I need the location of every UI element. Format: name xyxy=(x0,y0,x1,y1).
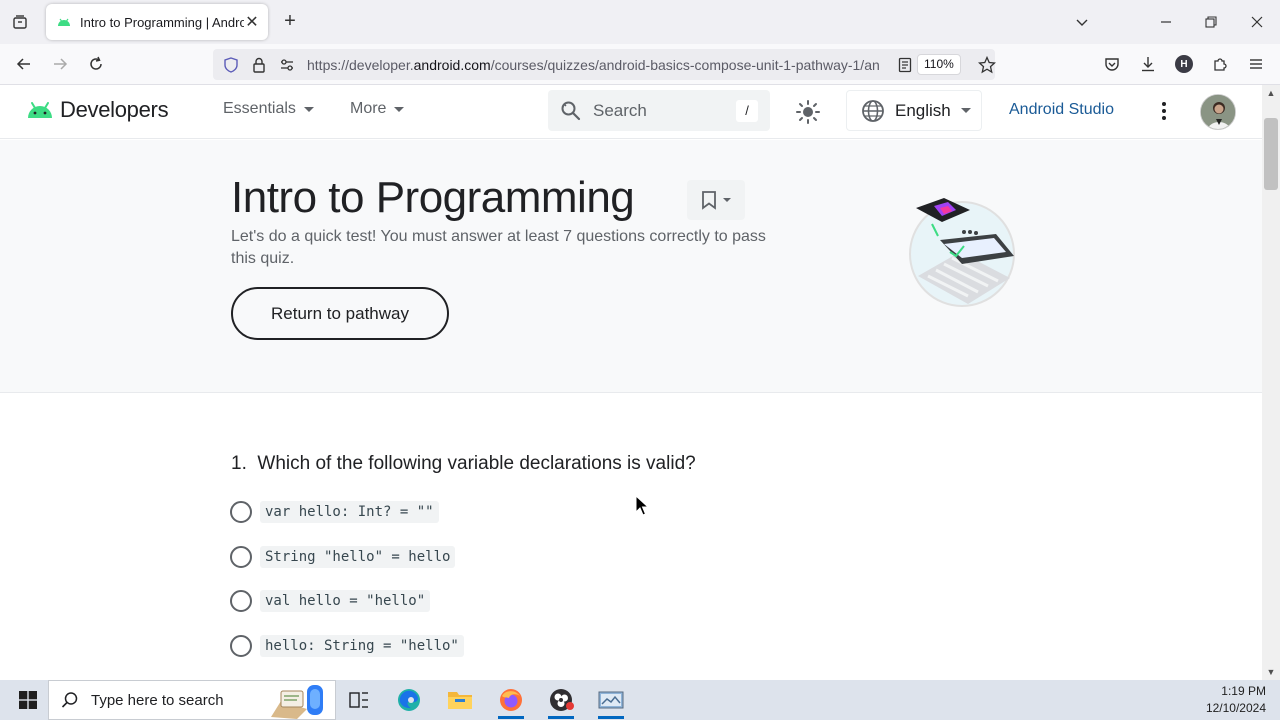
url-path: /courses/quizzes/android-basics-compose-… xyxy=(490,56,880,73)
permissions-icon[interactable] xyxy=(277,55,297,75)
search-shortcut-key: / xyxy=(736,99,758,122)
address-bar[interactable]: https://developer.android.com/courses/qu… xyxy=(213,49,997,80)
clock-date: 12/10/2024 xyxy=(1205,701,1266,715)
account-initial: H xyxy=(1175,55,1193,73)
url-prefix: https://developer. xyxy=(307,56,414,73)
menu-essentials-label: Essentials xyxy=(223,100,296,117)
android-studio-link[interactable]: Android Studio xyxy=(1009,101,1114,119)
radio-button[interactable] xyxy=(230,635,252,657)
pocket-icon[interactable] xyxy=(1100,52,1124,76)
search-icon xyxy=(61,692,78,708)
answer-code: String "hello" = hello xyxy=(260,546,456,568)
new-tab-icon[interactable]: + xyxy=(280,11,300,32)
tab-overflow-chevron-icon[interactable] xyxy=(1070,10,1094,34)
tab-list-icon[interactable] xyxy=(8,10,32,34)
question-1-title: 1. Which of the following variable decla… xyxy=(231,453,696,475)
extensions-icon[interactable] xyxy=(1208,52,1232,76)
reload-icon[interactable] xyxy=(84,52,108,76)
android-favicon-icon xyxy=(58,18,70,26)
search-placeholder: Search xyxy=(593,100,647,120)
scrollbar-thumb[interactable] xyxy=(1264,118,1278,190)
bookmark-icon xyxy=(702,191,716,210)
scroll-down-arrow-icon[interactable]: ▼ xyxy=(1265,667,1277,677)
tab-close-icon[interactable]: ✕ xyxy=(244,14,260,31)
radio-button[interactable] xyxy=(230,590,252,612)
caret-down-icon xyxy=(723,198,731,202)
language-selector[interactable]: English xyxy=(846,90,982,131)
browser-tabstrip: Intro to Programming | Android ✕ + xyxy=(0,0,1280,44)
radio-button[interactable] xyxy=(230,501,252,523)
android-logo-icon xyxy=(28,102,52,118)
bookmark-button[interactable] xyxy=(687,180,745,220)
minimize-icon[interactable] xyxy=(1154,10,1178,34)
taskbar-search-text: Type here to search xyxy=(91,691,224,709)
windows-start-icon[interactable] xyxy=(8,680,48,720)
firefox-icon[interactable] xyxy=(488,680,534,720)
answer-code: var hello: Int? = "" xyxy=(260,501,439,523)
recording-dot-icon xyxy=(566,702,574,710)
tracking-shield-icon[interactable] xyxy=(221,55,241,75)
browser-navbar: https://developer.android.com/courses/qu… xyxy=(0,44,1280,85)
more-options-icon[interactable] xyxy=(1152,97,1176,125)
answer-option-4[interactable]: hello: String = "hello" xyxy=(230,635,464,657)
search-highlight-illustration-icon xyxy=(271,685,323,719)
menu-more[interactable]: More xyxy=(350,100,405,118)
bookmark-star-icon[interactable] xyxy=(977,55,997,75)
radio-button[interactable] xyxy=(230,546,252,568)
quiz-illustration-icon xyxy=(909,198,1015,307)
window-close-icon[interactable] xyxy=(1245,10,1269,34)
restore-icon[interactable] xyxy=(1199,10,1223,34)
url-domain: android.com xyxy=(413,56,491,73)
caret-down-icon xyxy=(960,108,971,113)
reader-view-icon[interactable] xyxy=(895,55,915,75)
caret-down-icon xyxy=(394,106,405,112)
browser-tab-active[interactable]: Intro to Programming | Android ✕ xyxy=(46,4,268,40)
obs-studio-icon[interactable] xyxy=(538,680,584,720)
answer-option-1[interactable]: var hello: Int? = "" xyxy=(230,501,439,523)
menu-essentials[interactable]: Essentials xyxy=(223,100,314,118)
clock-time: 1:19 PM xyxy=(1221,684,1266,698)
answer-option-3[interactable]: val hello = "hello" xyxy=(230,590,431,612)
scroll-up-arrow-icon[interactable]: ▲ xyxy=(1265,88,1277,98)
app-menu-icon[interactable] xyxy=(1244,52,1268,76)
site-header: Developers Essentials More Search / Engl… xyxy=(0,85,1262,139)
question-number: 1. xyxy=(231,453,247,474)
url-text[interactable]: https://developer.android.com/courses/qu… xyxy=(307,57,882,73)
task-view-icon[interactable] xyxy=(336,680,382,720)
mouse-cursor-icon xyxy=(635,495,649,516)
search-icon xyxy=(561,101,581,120)
lock-icon[interactable] xyxy=(249,55,269,75)
site-search[interactable]: Search / xyxy=(548,90,770,131)
system-clock[interactable]: 1:19 PM 12/10/2024 xyxy=(1206,683,1266,717)
account-icon[interactable]: H xyxy=(1172,52,1196,76)
photos-app-icon[interactable] xyxy=(588,680,634,720)
globe-icon xyxy=(862,99,884,122)
quiz-description: Let's do a quick test! You must answer a… xyxy=(231,228,766,267)
language-label: English xyxy=(895,100,951,120)
answer-option-2[interactable]: String "hello" = hello xyxy=(230,546,456,568)
answer-code: val hello = "hello" xyxy=(260,590,431,612)
question-text: Which of the following variable declarat… xyxy=(257,453,696,474)
caret-down-icon xyxy=(303,106,314,112)
taskbar-search[interactable]: Type here to search xyxy=(48,680,336,720)
answer-code: hello: String = "hello" xyxy=(260,635,464,657)
forward-icon[interactable] xyxy=(48,52,72,76)
menu-more-label: More xyxy=(350,100,387,117)
os-taskbar: Type here to search 1:19 PM 12/10/2024 xyxy=(0,680,1280,720)
zoom-level[interactable]: 110% xyxy=(917,54,961,75)
quiz-hero: Intro to Programming Let's do a quick te… xyxy=(0,140,1262,393)
back-icon[interactable] xyxy=(12,52,36,76)
developers-logo[interactable]: Developers xyxy=(26,97,169,123)
page-title: Intro to Programming xyxy=(231,173,635,222)
brand-wordmark: Developers xyxy=(60,97,169,122)
tab-title: Intro to Programming | Android xyxy=(80,14,244,30)
return-to-pathway-button[interactable]: Return to pathway xyxy=(231,287,449,340)
theme-toggle-sun-icon[interactable] xyxy=(794,99,822,125)
edge-browser-icon[interactable] xyxy=(386,680,432,720)
file-explorer-icon[interactable] xyxy=(437,680,483,720)
downloads-icon[interactable] xyxy=(1136,52,1160,76)
user-avatar[interactable] xyxy=(1200,94,1236,130)
